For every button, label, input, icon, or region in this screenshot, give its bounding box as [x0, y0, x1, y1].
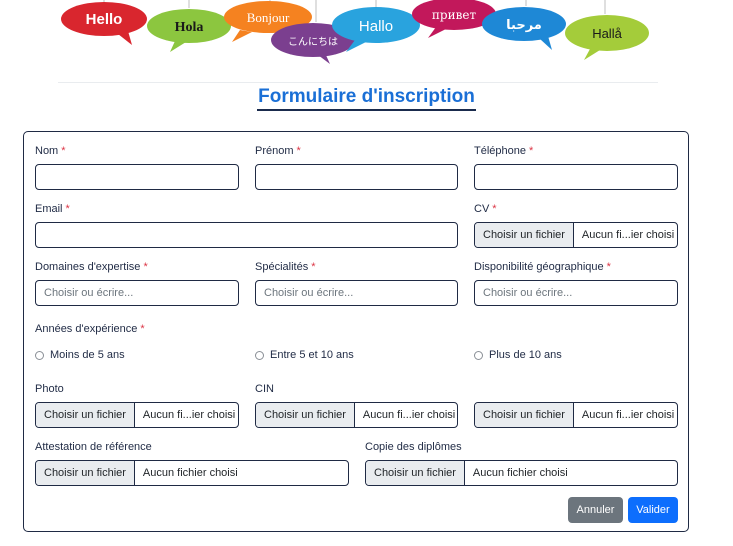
specialites-label: Spécialités * [255, 261, 316, 273]
cin-file-status: Aucun fi...ier choisi [362, 409, 456, 421]
photo-file-status: Aucun fi...ier choisi [142, 409, 236, 421]
email-input[interactable] [35, 222, 458, 248]
svg-text:Hallo: Hallo [359, 18, 393, 35]
cv-file-status: Aucun fi...ier choisi [581, 229, 675, 241]
email-label: Email * [35, 203, 70, 215]
svg-text:привет: привет [432, 8, 477, 22]
radio-button[interactable] [474, 350, 483, 360]
prenom-input[interactable] [255, 164, 458, 190]
telephone-input[interactable] [474, 164, 678, 190]
cin-label: CIN [255, 383, 274, 395]
divider [58, 82, 658, 83]
third-file-input[interactable]: Choisir un fichier Aucun fi...ier choisi [474, 402, 678, 428]
disponibilite-input[interactable]: Choisir ou écrire... [474, 280, 678, 306]
experience-option-5-10[interactable]: Entre 5 et 10 ans [255, 349, 354, 361]
language-banner: Hello Hola Bonjour こんにちは Hallo привет مر… [0, 0, 733, 75]
telephone-label: Téléphone * [474, 145, 534, 157]
svg-text:Hello: Hello [86, 11, 123, 28]
speech-bubble-privet: привет [412, 0, 496, 38]
attestation-label: Attestation de référence [35, 441, 152, 453]
svg-text:مرحبا: مرحبا [506, 18, 542, 33]
cin-file-input[interactable]: Choisir un fichier Aucun fi...ier choisi [255, 402, 458, 428]
speech-bubble-halla: Hallå [565, 15, 649, 60]
speech-bubble-hola: Hola [147, 9, 231, 52]
domaines-input[interactable]: Choisir ou écrire... [35, 280, 239, 306]
experience-label: Années d'expérience * [35, 323, 145, 335]
speech-bubble-marhaba: مرحبا [482, 7, 566, 50]
cancel-button[interactable]: Annuler [568, 497, 623, 523]
diplomes-choose-file-button[interactable]: Choisir un fichier [366, 461, 465, 485]
diplomes-file-status: Aucun fichier choisi [472, 467, 568, 479]
experience-option-more-10[interactable]: Plus de 10 ans [474, 349, 562, 361]
svg-text:Bonjour: Bonjour [247, 10, 290, 25]
page-title-text: Formulaire d'inscription [257, 86, 476, 111]
radio-button[interactable] [255, 350, 264, 360]
specialites-input[interactable]: Choisir ou écrire... [255, 280, 458, 306]
page-title: Formulaire d'inscription [0, 86, 733, 111]
photo-label: Photo [35, 383, 64, 395]
photo-choose-file-button[interactable]: Choisir un fichier [36, 403, 135, 427]
disponibilite-label: Disponibilité géographique * [474, 261, 611, 273]
speech-bubble-hello: Hello [61, 2, 147, 45]
attestation-choose-file-button[interactable]: Choisir un fichier [36, 461, 135, 485]
radio-button[interactable] [35, 350, 44, 360]
diplomes-file-input[interactable]: Choisir un fichier Aucun fichier choisi [365, 460, 678, 486]
cin-choose-file-button[interactable]: Choisir un fichier [256, 403, 355, 427]
cv-choose-file-button[interactable]: Choisir un fichier [475, 223, 574, 247]
prenom-label: Prénom * [255, 145, 301, 157]
third-choose-file-button[interactable]: Choisir un fichier [475, 403, 574, 427]
nom-label: Nom * [35, 145, 66, 157]
third-file-status: Aucun fi...ier choisi [581, 409, 675, 421]
photo-file-input[interactable]: Choisir un fichier Aucun fi...ier choisi [35, 402, 239, 428]
cv-file-input[interactable]: Choisir un fichier Aucun fi...ier choisi [474, 222, 678, 248]
svg-text:Hola: Hola [175, 20, 204, 35]
registration-form: Nom * Prénom * Téléphone * Email * CV * Chois… [23, 131, 689, 532]
attestation-file-status: Aucun fichier choisi [142, 467, 238, 479]
nom-input[interactable] [35, 164, 239, 190]
svg-text:Hallå: Hallå [592, 26, 622, 41]
submit-button[interactable]: Valider [628, 497, 678, 523]
experience-option-less-5[interactable]: Moins de 5 ans [35, 349, 125, 361]
domaines-label: Domaines d'expertise * [35, 261, 148, 273]
diplomes-label: Copie des diplômes [365, 441, 462, 453]
attestation-file-input[interactable]: Choisir un fichier Aucun fichier choisi [35, 460, 349, 486]
cv-label: CV * [474, 203, 497, 215]
svg-text:こんにちは: こんにちは [288, 36, 338, 48]
